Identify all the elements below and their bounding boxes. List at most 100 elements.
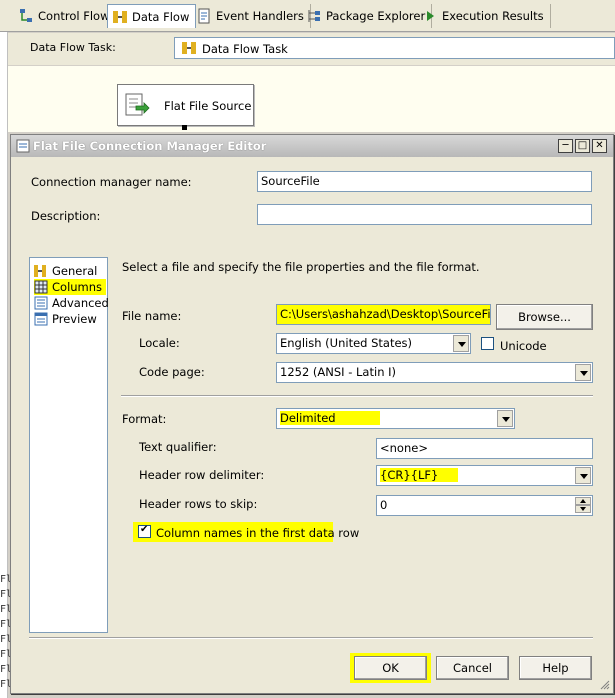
unicode-label: Unicode bbox=[500, 339, 547, 353]
chevron-down-icon[interactable] bbox=[453, 335, 469, 352]
format-value: Delimited bbox=[280, 411, 380, 425]
column-names-label: Column names in the first data row bbox=[156, 526, 360, 540]
connection-name-label: Connection manager name: bbox=[31, 175, 192, 189]
instruction-text: Select a file and specify the file prope… bbox=[122, 260, 480, 274]
control-flow-icon bbox=[18, 8, 34, 24]
header-rows-to-skip-value: 0 bbox=[380, 498, 388, 512]
format-select[interactable]: Delimited bbox=[276, 408, 515, 429]
tab-label: Package Explorer bbox=[326, 9, 426, 23]
code-page-select[interactable]: 1252 (ANSI - Latin I) bbox=[276, 362, 593, 383]
minimize-icon: ─ bbox=[562, 140, 569, 151]
header-row-delimiter-select[interactable]: {CR}{LF} bbox=[376, 465, 593, 486]
close-button[interactable]: ✕ bbox=[592, 139, 607, 153]
file-name-label: File name: bbox=[122, 309, 182, 323]
maximize-icon: □ bbox=[577, 140, 588, 151]
header-rows-to-skip-label: Header rows to skip: bbox=[139, 497, 258, 511]
tab-package-explorer[interactable]: Package Explorer bbox=[302, 4, 433, 28]
help-button[interactable]: Help bbox=[519, 656, 592, 680]
maximize-button[interactable]: □ bbox=[575, 139, 590, 153]
outline-line: Fl bbox=[0, 634, 10, 645]
outline-line: Fl bbox=[0, 589, 10, 600]
cancel-button[interactable]: Cancel bbox=[436, 656, 509, 680]
locale-value: English (United States) bbox=[280, 336, 413, 350]
text-qualifier-label: Text qualifier: bbox=[139, 440, 217, 454]
outline-line: Fl bbox=[0, 664, 10, 675]
general-icon bbox=[34, 264, 48, 278]
code-page-value: 1252 (ANSI - Latin I) bbox=[280, 365, 397, 379]
execution-results-icon bbox=[422, 8, 438, 24]
text-qualifier-input[interactable]: <none> bbox=[376, 438, 593, 459]
tab-execution-results[interactable]: Execution Results bbox=[418, 4, 551, 28]
outline-line: Fl bbox=[0, 574, 10, 585]
locale-label: Locale: bbox=[139, 336, 180, 350]
stepper-down-icon[interactable] bbox=[575, 505, 591, 513]
tab-label: Control Flow bbox=[38, 9, 110, 23]
resize-grip-icon[interactable] bbox=[600, 680, 610, 690]
flat-file-connection-manager-editor: Flat File Connection Manager Editor ─ □ … bbox=[10, 134, 614, 694]
header-row-delimiter-value: {CR}{LF} bbox=[380, 468, 459, 482]
tab-label: Execution Results bbox=[442, 9, 544, 23]
data-flow-icon bbox=[112, 9, 128, 25]
package-explorer-icon bbox=[306, 8, 322, 24]
task-selector-label: Data Flow Task: bbox=[30, 41, 116, 54]
footer-divider bbox=[29, 637, 593, 638]
unicode-checkbox[interactable] bbox=[481, 337, 494, 350]
data-flow-canvas[interactable] bbox=[8, 66, 615, 132]
chevron-down-icon[interactable] bbox=[575, 467, 591, 484]
dialog-title: Flat File Connection Manager Editor bbox=[33, 139, 267, 153]
ok-button[interactable]: OK bbox=[354, 656, 427, 680]
task-selector-combo[interactable]: Data Flow Task bbox=[174, 37, 615, 59]
page-navigation-list: General Columns Advanced Preview bbox=[29, 257, 109, 633]
flat-file-source-component[interactable]: Flat File Source bbox=[117, 84, 254, 130]
stepper-buttons[interactable] bbox=[575, 497, 591, 514]
header-rows-to-skip-stepper[interactable]: 0 bbox=[376, 495, 593, 516]
dialog-title-bar[interactable]: Flat File Connection Manager Editor ─ □ … bbox=[11, 135, 613, 157]
locale-select[interactable]: English (United States) bbox=[276, 333, 471, 354]
stepper-up-icon[interactable] bbox=[575, 497, 591, 505]
tab-event-handlers[interactable]: Event Handlers bbox=[192, 4, 311, 28]
tab-control-flow[interactable]: Control Flow bbox=[14, 4, 117, 28]
nav-item-preview[interactable]: Preview bbox=[34, 311, 97, 327]
nav-label: Columns bbox=[52, 280, 103, 294]
nav-item-advanced[interactable]: Advanced bbox=[34, 295, 109, 311]
nav-label: Preview bbox=[52, 312, 97, 326]
columns-icon bbox=[34, 280, 48, 294]
outline-line: Fl bbox=[0, 604, 10, 615]
code-page-label: Code page: bbox=[139, 365, 205, 379]
minimize-button[interactable]: ─ bbox=[558, 139, 573, 153]
task-selector-strip: Data Flow Task: Data Flow Task bbox=[8, 33, 615, 65]
nav-item-general[interactable]: General bbox=[34, 263, 97, 279]
tab-label: Data Flow bbox=[132, 9, 190, 24]
nav-item-columns[interactable]: Columns bbox=[34, 279, 107, 295]
outline-text-area: Fl Fl Fl Fl Fl Fl Fl Fl bbox=[0, 574, 10, 698]
outline-line: Fl bbox=[0, 679, 10, 690]
tab-data-flow[interactable]: Data Flow bbox=[107, 4, 197, 28]
output-connector[interactable] bbox=[182, 125, 187, 130]
outline-line: Fl bbox=[0, 619, 10, 630]
designer-tab-bar: Control Flow Data Flow Event Handlers Pa… bbox=[0, 0, 615, 32]
browse-button[interactable]: Browse... bbox=[496, 304, 593, 330]
header-row-delimiter-label: Header row delimiter: bbox=[139, 468, 265, 482]
nav-label: General bbox=[52, 264, 98, 278]
tab-label: Event Handlers bbox=[216, 9, 304, 23]
task-selector-value: Data Flow Task bbox=[202, 42, 288, 56]
column-names-checkbox[interactable] bbox=[138, 524, 151, 538]
section-divider bbox=[121, 395, 593, 396]
dialog-app-icon bbox=[15, 138, 31, 157]
file-name-input[interactable]: C:\Users\ashahzad\Desktop\SourceFile.txt bbox=[276, 304, 491, 325]
data-flow-task-icon bbox=[181, 40, 197, 59]
close-icon: ✕ bbox=[595, 140, 604, 151]
description-label: Description: bbox=[31, 209, 101, 223]
preview-icon bbox=[34, 312, 48, 326]
chevron-down-icon[interactable] bbox=[497, 410, 513, 427]
flat-file-source-icon bbox=[124, 92, 150, 121]
flat-file-source-label: Flat File Source bbox=[164, 99, 252, 113]
connection-name-input[interactable]: SourceFile bbox=[257, 171, 592, 192]
advanced-icon bbox=[34, 296, 48, 310]
nav-label: Advanced bbox=[52, 296, 109, 310]
chevron-down-icon[interactable] bbox=[575, 364, 591, 381]
outline-line: Fl bbox=[0, 649, 10, 660]
format-label: Format: bbox=[122, 412, 167, 426]
event-handlers-icon bbox=[196, 8, 212, 24]
description-input[interactable] bbox=[257, 204, 592, 225]
